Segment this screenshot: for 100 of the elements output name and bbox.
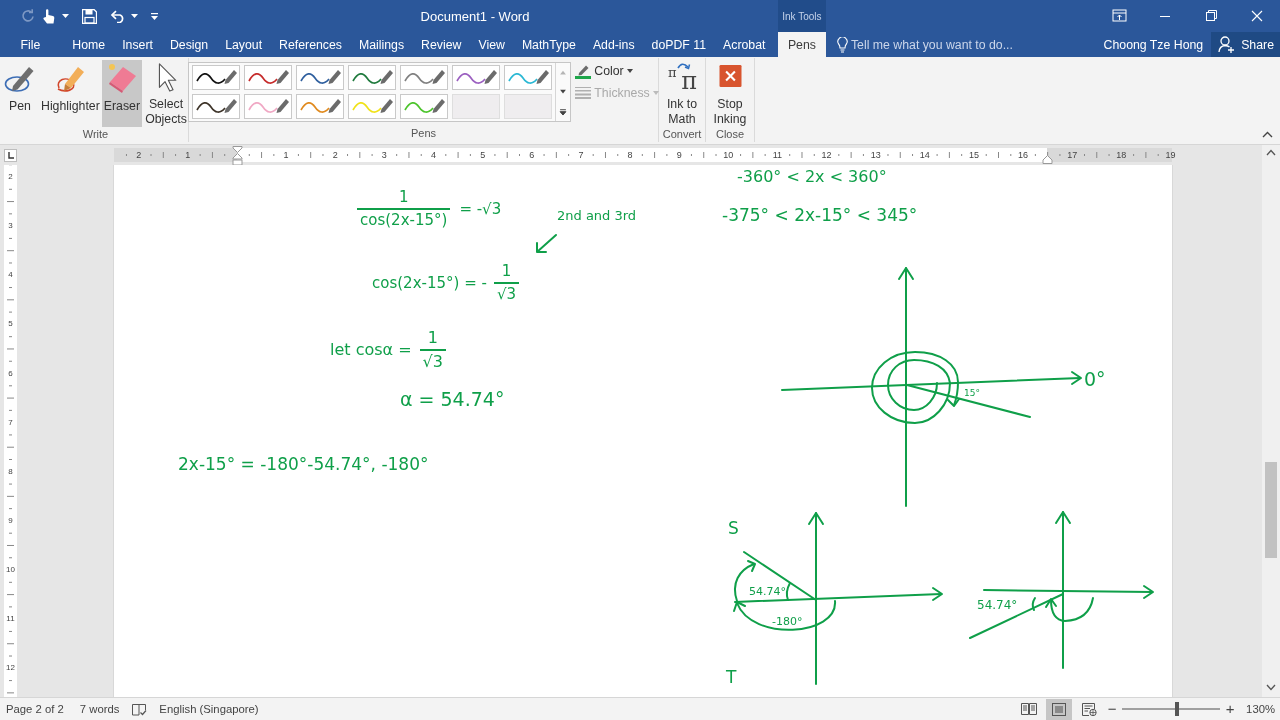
ruler-number: 8 [7, 466, 14, 477]
ink-arrow [534, 233, 558, 255]
stop-inking-button[interactable]: Stop Inking [709, 60, 751, 127]
group-label: Pens [410, 126, 437, 141]
ribbon-tab[interactable]: Layout [216, 32, 271, 57]
ruler-number: 17 [1067, 149, 1078, 161]
curved-arrow-icon [677, 62, 691, 72]
ribbon-tab[interactable]: Mailings [350, 32, 413, 57]
ruler-number: 2 [332, 149, 338, 161]
ruler-number: 10 [5, 565, 16, 576]
ruler-number: 11 [772, 149, 783, 161]
handwritten-denominator: √3 [493, 282, 519, 304]
pen-button[interactable]: Pen [1, 60, 39, 127]
ribbon-tab[interactable]: Insert [113, 32, 162, 57]
share-button[interactable]: Share [1211, 32, 1280, 57]
ruler-number: 2 [7, 172, 14, 182]
empty-pen-slot [452, 94, 501, 119]
proofing-icon[interactable] [132, 702, 148, 716]
contextual-tab-label: Ink Tools [777, 0, 826, 32]
ribbon-tab[interactable]: Review [412, 32, 470, 57]
select-objects-button[interactable]: Select Objects [142, 60, 190, 127]
highlighter-button[interactable]: Highlighter [39, 60, 102, 127]
tab-selector-icon[interactable] [3, 148, 17, 162]
indent-marker-icon[interactable] [232, 146, 243, 166]
ruler-number: 10 [723, 149, 734, 161]
customize-caret-icon[interactable] [151, 12, 158, 20]
ruler-number: 9 [7, 515, 14, 526]
pen-tip-icon [328, 69, 342, 84]
handwritten-expression: cos(2x-15°) = - [372, 274, 487, 292]
ruler-number: 3 [381, 149, 387, 161]
ruler-number: 7 [7, 417, 14, 428]
x-square-icon [717, 65, 743, 87]
zoom-in-button[interactable]: + [1224, 701, 1237, 717]
ruler-number: 12 [821, 149, 832, 161]
user-name[interactable]: Choong Tze Hong [1103, 37, 1204, 52]
pen-style-button[interactable] [192, 65, 241, 90]
angle-label: 54.74° [749, 585, 786, 598]
zoom-out-button[interactable]: − [1106, 701, 1119, 717]
angle-label: 0° [1084, 368, 1106, 390]
caret-icon [626, 69, 633, 73]
lightbulb-icon [836, 36, 848, 53]
open-book-icon [1021, 703, 1038, 715]
hand-pointer-icon[interactable] [42, 7, 56, 25]
pen-tip-icon [432, 98, 446, 113]
zoom-level[interactable]: 130% [1246, 703, 1275, 715]
ribbon-tab[interactable]: Pens [777, 32, 826, 57]
ruler-number: 8 [627, 149, 633, 161]
undo-icon[interactable] [110, 9, 126, 23]
group-label: Convert [662, 127, 702, 142]
angle-label: 15° [964, 388, 980, 398]
ribbon-tab[interactable]: doPDF 11 [643, 32, 715, 57]
handwritten-equation: α = 54.74° [400, 389, 505, 411]
group-label: Write [82, 127, 109, 142]
vertical-ruler[interactable]: 2 3 4 5 6 7 8 9 10 11 12 [4, 165, 17, 697]
ribbon-tab[interactable]: View [469, 32, 514, 57]
vertical-scrollbar[interactable] [1262, 145, 1280, 697]
handwritten-numerator: 1 [427, 329, 438, 349]
ruler-number: 11 [5, 614, 16, 625]
angle-label: -180° [772, 615, 803, 628]
empty-pen-slot [504, 94, 553, 119]
ribbon-tab[interactable]: References [270, 32, 351, 57]
handwritten-expression: = -√3 [459, 200, 502, 218]
handwritten-denominator: √3 [419, 349, 446, 372]
ruler-number: 5 [7, 319, 14, 330]
ruler-number: 15 [968, 149, 979, 161]
angle-arc [1031, 597, 1036, 611]
ribbon-tab[interactable]: MathType [513, 32, 585, 57]
word-count[interactable]: 7 words [79, 703, 120, 715]
slider-thumb[interactable] [1174, 702, 1179, 716]
ruler-number: 13 [870, 149, 881, 161]
pen-tip-icon [536, 69, 550, 84]
save-icon[interactable] [82, 8, 97, 24]
ruler-number: 16 [1018, 149, 1029, 161]
window-title: Document1 - Word [419, 8, 531, 24]
color-button[interactable]: Color [575, 62, 659, 80]
handwritten-numerator: 1 [398, 189, 409, 208]
caret-icon[interactable] [62, 14, 69, 18]
print-layout-button[interactable] [1046, 698, 1073, 720]
ribbon-tab[interactable]: Add-ins [584, 32, 644, 57]
page-count[interactable]: Page 2 of 2 [6, 703, 64, 715]
pen-color-icon [575, 63, 592, 79]
language-indicator[interactable]: English (Singapore) [159, 703, 259, 715]
ribbon-tab[interactable]: File [12, 32, 49, 57]
rotation-arc [1045, 597, 1094, 622]
pen-tip-icon [380, 98, 394, 113]
circular-arrow-icon[interactable] [20, 8, 36, 24]
ruler-number: 9 [676, 149, 682, 161]
eraser-button[interactable]: Eraser [101, 60, 142, 127]
ruler-number: 2 [136, 149, 142, 161]
tell-me-field[interactable]: Tell me what you want to do... [850, 32, 1031, 57]
pen-style-button[interactable] [192, 94, 241, 119]
collapse-ribbon-icon[interactable] [1262, 131, 1273, 138]
pen-tip-icon [484, 69, 498, 84]
ribbon-tab[interactable]: Home [63, 32, 114, 57]
angle-arc [785, 582, 791, 601]
caret-icon[interactable] [131, 14, 138, 18]
ribbon-tab[interactable]: Acrobat [714, 32, 774, 57]
ribbon-tab[interactable]: Design [161, 32, 217, 57]
pen-tip-icon [224, 98, 238, 113]
scrollbar-thumb[interactable] [1265, 462, 1277, 558]
